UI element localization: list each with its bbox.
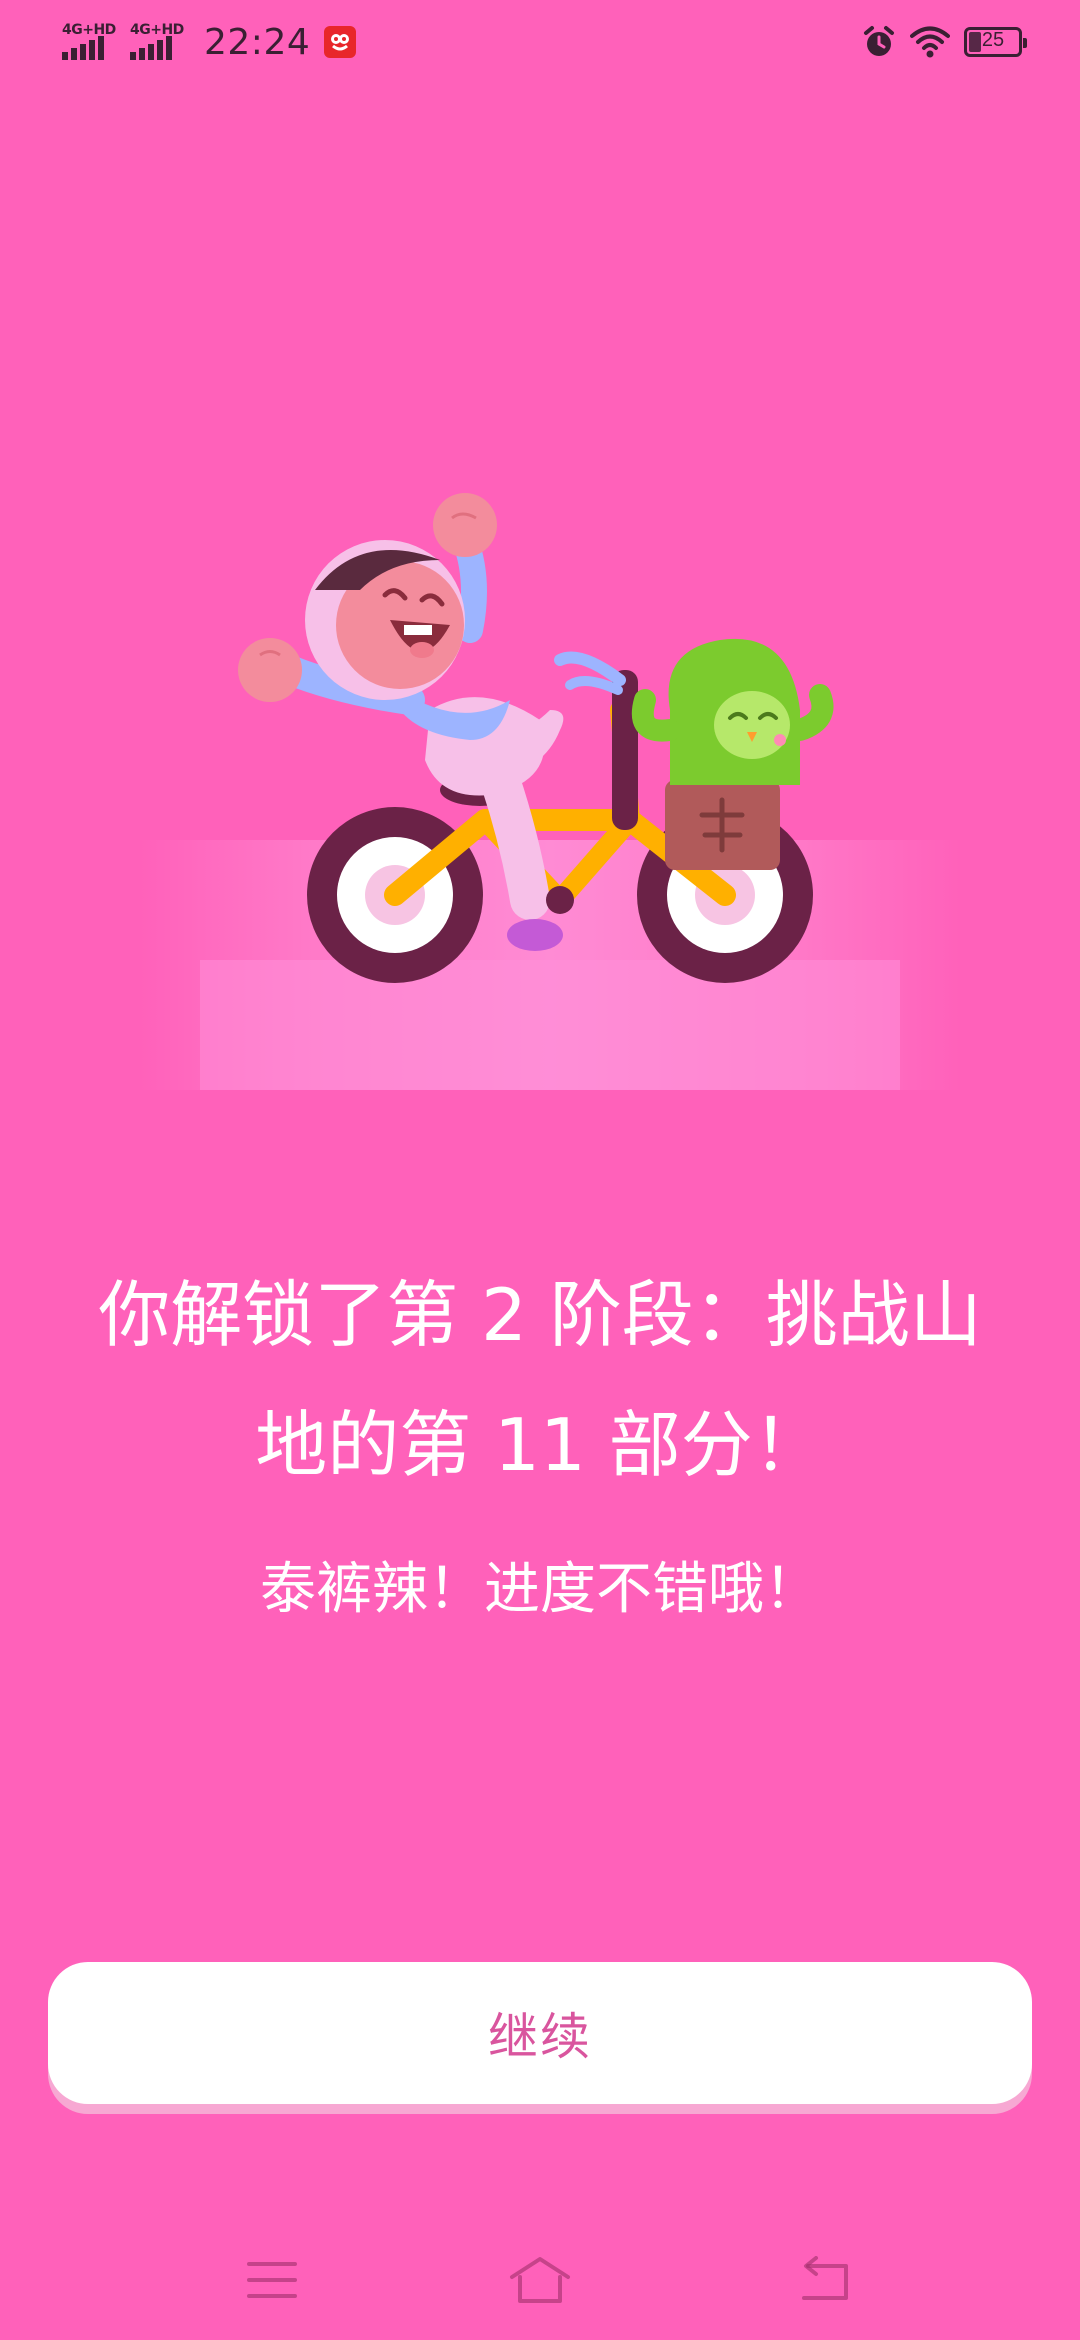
alarm-icon: [864, 26, 894, 56]
home-icon: [510, 2257, 570, 2303]
back-icon: [802, 2256, 848, 2300]
signal-icon: [62, 36, 104, 60]
character-on-bicycle-illustration: [140, 493, 960, 1090]
signal-2: 4G+HD: [130, 22, 192, 62]
status-time: 22:24: [204, 21, 311, 63]
notification-app-icon: [324, 26, 357, 58]
signal-icon: [130, 36, 172, 60]
nav-menu-button[interactable]: [232, 2250, 312, 2310]
nav-back-button[interactable]: [784, 2250, 864, 2310]
unlock-title: 你解锁了第 2 阶段：挑战山地的第 11 部分！: [98, 1273, 982, 1487]
wifi-icon: [910, 26, 950, 58]
menu-icon: [247, 2262, 297, 2298]
status-bar: 4G+HD 4G+HD 22:24 25: [0, 0, 1080, 84]
status-bar-right: 25: [862, 20, 1027, 64]
signal-1: 4G+HD: [62, 22, 124, 62]
nav-home-button[interactable]: [500, 2250, 580, 2310]
unlock-subtitle: 泰裤辣！进度不错哦！: [260, 1557, 820, 1622]
status-bar-left: 4G+HD 4G+HD 22:24: [62, 18, 357, 66]
battery-level: 25: [981, 29, 1005, 51]
battery-icon: 25: [964, 27, 1027, 57]
system-nav-bar: [0, 2220, 1080, 2330]
continue-button[interactable]: 继续: [48, 1962, 1032, 2104]
